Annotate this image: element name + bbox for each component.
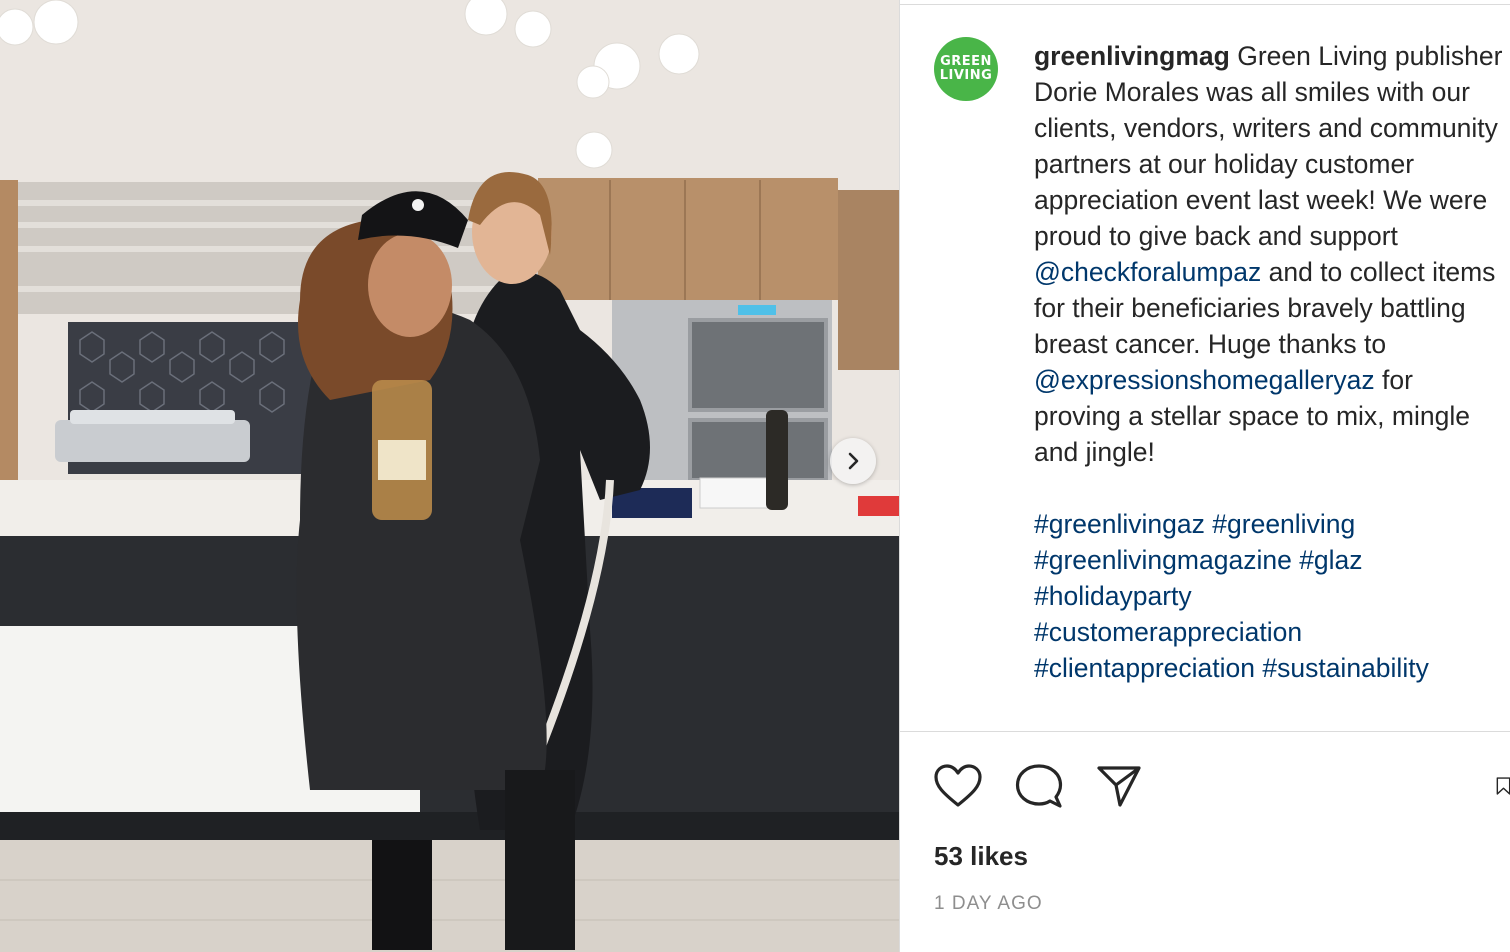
chevron-right-icon [848,452,859,470]
post-caption: greenlivingmag Green Living publisher Do… [1034,38,1504,686]
hashtag-link[interactable]: #glaz [1299,545,1362,575]
share-icon [1097,766,1141,807]
post-timestamp[interactable]: 1 DAY AGO [934,893,1043,915]
next-photo-button[interactable] [830,438,876,484]
hashtag-link[interactable]: #customerappreciation [1034,617,1302,647]
divider [900,4,1510,5]
save-button[interactable] [1496,760,1510,812]
comment-icon [1015,764,1063,808]
username-link[interactable]: greenlivingmag [1034,41,1230,71]
hashtag-link[interactable]: #greenlivingmagazine [1034,545,1292,575]
post-photo [0,0,899,952]
post-details-panel: GREEN LIVING greenlivingmag Green Living… [899,0,1510,952]
divider [900,731,1510,732]
caption-part1: Green Living publisher Dorie Morales was… [1034,41,1503,251]
likes-count[interactable]: 53 likes [934,841,1028,872]
avatar-text-line2: LIVING [939,68,993,83]
comment-button[interactable] [1013,760,1065,812]
hashtag-link[interactable]: #greenlivingaz [1034,509,1205,539]
bookmark-icon [1496,777,1510,795]
share-button[interactable] [1093,760,1145,812]
mention-link[interactable]: @checkforalumpaz [1034,257,1261,287]
heart-icon [934,764,982,807]
avatar[interactable]: GREEN LIVING [934,37,998,101]
mention-link[interactable]: @expressionshomegalleryaz [1034,365,1375,395]
like-button[interactable] [932,760,984,812]
hashtag-list: #greenlivingaz #greenliving #greenliving… [1034,506,1504,686]
caption-text: greenlivingmag Green Living publisher Do… [1034,38,1504,470]
hashtag-link[interactable]: #greenliving [1212,509,1355,539]
hashtag-link[interactable]: #clientappreciation [1034,653,1255,683]
hashtag-link[interactable]: #sustainability [1262,653,1428,683]
photo-illustration [0,0,899,952]
avatar-text-line1: GREEN [940,54,992,69]
hashtag-link[interactable]: #holidayparty [1034,581,1192,611]
